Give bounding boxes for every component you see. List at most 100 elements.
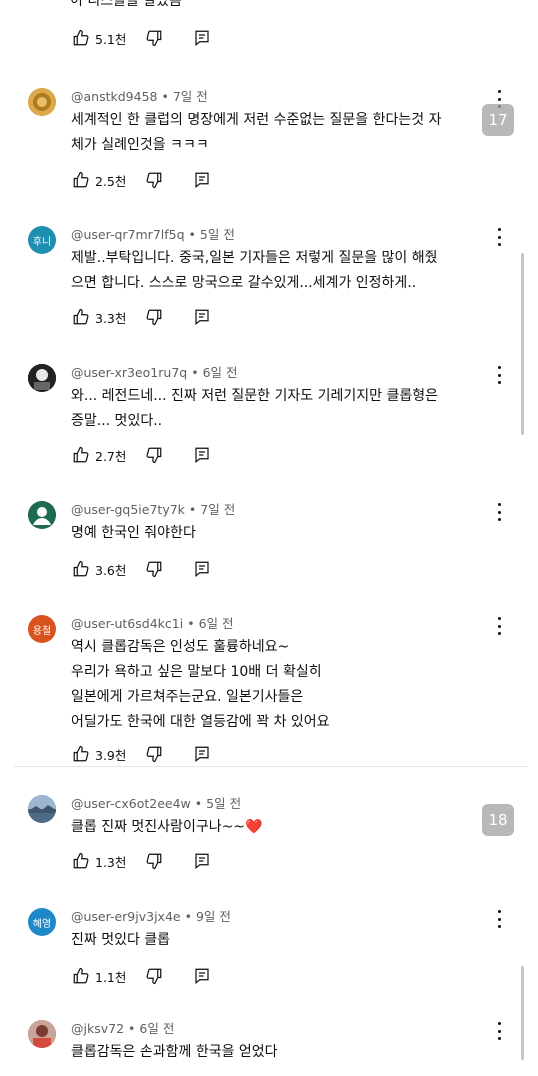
partial-comment-text: 이 리스들을 날았음	[70, 0, 182, 9]
comment-line: 클롭 진짜 멋진사람이구나~~❤️	[71, 819, 263, 835]
reply-icon[interactable]	[193, 446, 211, 464]
thumbs-down-icon[interactable]	[145, 745, 163, 763]
scrollbar[interactable]	[521, 253, 524, 435]
more-options-icon[interactable]	[492, 910, 506, 928]
thumbs-down-icon[interactable]	[145, 29, 163, 47]
avatar[interactable]	[28, 88, 56, 116]
page-badge: 17	[482, 104, 514, 136]
thumbs-up-icon	[73, 852, 89, 869]
avatar[interactable]: 후니	[28, 226, 56, 254]
like-count: 3.6천	[95, 562, 127, 578]
comment-actions: 1.1천	[72, 966, 211, 986]
comment-time: 6일 전	[139, 1021, 175, 1036]
more-options-icon[interactable]	[492, 1022, 506, 1040]
screenshot-divider	[14, 766, 528, 767]
separator-dot: •	[191, 365, 199, 380]
like-button[interactable]	[72, 446, 90, 464]
comment-actions: 3.9천	[72, 744, 211, 764]
comment-text: 클롭 진짜 멋진사람이구나~~❤️	[71, 815, 491, 840]
more-options-icon[interactable]	[492, 366, 506, 384]
comment-meta: @user-cx6ot2ee4w • 5일 전	[71, 793, 241, 812]
reply-icon[interactable]	[193, 29, 211, 47]
like-count: 1.1천	[95, 969, 127, 985]
comment-author[interactable]: @user-xr3eo1ru7q	[71, 365, 187, 380]
reply-icon[interactable]	[193, 745, 211, 763]
thumbs-down-icon[interactable]	[145, 852, 163, 870]
thumbs-up-icon	[73, 745, 89, 762]
thumbs-up-icon	[73, 560, 89, 577]
reply-icon[interactable]	[193, 852, 211, 870]
like-button[interactable]	[72, 29, 90, 47]
thumbs-up-icon	[73, 967, 89, 984]
thumbs-up-icon	[73, 171, 89, 188]
comment-line: 우리가 욕하고 싶은 말보다 10배 더 확실히	[71, 664, 322, 680]
comment-line: 클롭감독은 손과함께 한국을 얻었다	[71, 1044, 278, 1060]
comment-text: 세계적인 한 클럽의 명장에게 저런 수준없는 질문을 한다는것 자 체가 실례…	[71, 108, 491, 158]
comment-meta: @jksv72 • 6일 전	[71, 1018, 174, 1037]
thumbs-down-icon[interactable]	[145, 171, 163, 189]
scrollbar[interactable]	[521, 966, 524, 1060]
reply-icon[interactable]	[193, 967, 211, 985]
comment-line: 와... 레전드네... 진짜 저런 질문한 기자도 기레기지만 클롭형은	[71, 388, 438, 404]
comment-author[interactable]: @user-er9jv3jx4e	[71, 909, 181, 924]
reply-icon[interactable]	[193, 171, 211, 189]
like-button[interactable]	[72, 171, 90, 189]
avatar[interactable]: 용철	[28, 615, 56, 643]
avatar[interactable]	[28, 364, 56, 392]
comment-author[interactable]: @user-qr7mr7lf5q	[71, 227, 185, 242]
comment-line: 제발..부탁입니다. 중국,일본 기자들은 저렇게 질문을 많이 해줬	[71, 250, 438, 266]
landscape-photo-icon	[28, 795, 56, 823]
comment-line: 진짜 멋있다 클롭	[71, 932, 171, 948]
avatar[interactable]	[28, 795, 56, 823]
more-options-icon[interactable]	[492, 617, 506, 635]
separator-dot: •	[184, 909, 192, 924]
comment-line: 어딜가도 한국에 대한 열등감에 꽉 차 있어요	[71, 714, 330, 730]
comment-actions: 2.5천	[72, 170, 211, 190]
like-button[interactable]	[72, 308, 90, 326]
comment-author[interactable]: @jksv72	[71, 1021, 124, 1036]
comment-actions: 3.3천	[72, 307, 211, 327]
comment-time: 6일 전	[198, 616, 234, 631]
separator-dot: •	[188, 502, 197, 517]
reply-icon[interactable]	[193, 308, 211, 326]
thumbs-down-icon[interactable]	[145, 446, 163, 464]
comment-author[interactable]: @user-ut6sd4kc1i	[71, 616, 183, 631]
avatar[interactable]: 혜영	[28, 908, 56, 936]
comment-line: 체가 실례인것을 ㅋㅋㅋ	[71, 137, 209, 153]
comment-time: 9일 전	[195, 909, 231, 924]
thumbs-up-icon	[73, 29, 89, 46]
thumbs-down-icon[interactable]	[145, 967, 163, 985]
comment-author[interactable]: @user-gq5ie7ty7k	[71, 502, 185, 517]
separator-dot: •	[194, 796, 203, 811]
comment-actions: 1.3천	[72, 851, 211, 871]
comment-line: 일본에게 가르쳐주는군요. 일본기사들은	[71, 689, 304, 705]
thumbs-down-icon[interactable]	[145, 308, 163, 326]
thumbs-up-icon	[73, 446, 89, 463]
comment-time: 6일 전	[202, 365, 238, 380]
separator-dot: •	[187, 616, 195, 631]
like-count: 2.5천	[95, 173, 127, 189]
avatar[interactable]	[28, 501, 56, 529]
avatar[interactable]	[28, 1020, 56, 1048]
comment-text: 제발..부탁입니다. 중국,일본 기자들은 저렇게 질문을 많이 해줬 으면 합…	[71, 246, 491, 296]
more-options-icon[interactable]	[492, 228, 506, 246]
comment-actions: 3.6천	[72, 559, 211, 579]
more-options-icon[interactable]	[492, 503, 506, 521]
like-count: 5.1천	[95, 31, 127, 47]
reply-icon[interactable]	[193, 560, 211, 578]
like-button[interactable]	[72, 560, 90, 578]
comment-text: 역시 클롭감독은 인성도 훌륭하네요~ 우리가 욕하고 싶은 말보다 10배 더…	[71, 635, 491, 735]
comment-line: 세계적인 한 클럽의 명장에게 저런 수준없는 질문을 한다는것 자	[71, 112, 442, 128]
comment-line: 명예 한국인 줘야한다	[71, 525, 196, 541]
comment-author[interactable]: @anstkd9458	[71, 89, 157, 104]
comment-text: 명예 한국인 줘야한다	[71, 521, 491, 546]
like-button[interactable]	[72, 745, 90, 763]
comment-line: 증말... 멋있다..	[71, 413, 163, 429]
thumbs-down-icon[interactable]	[145, 560, 163, 578]
comment-time: 7일 전	[172, 89, 208, 104]
comment-author[interactable]: @user-cx6ot2ee4w	[71, 796, 191, 811]
comment-meta: @user-ut6sd4kc1i • 6일 전	[71, 613, 234, 632]
like-button[interactable]	[72, 852, 90, 870]
comment-meta: @user-er9jv3jx4e • 9일 전	[71, 906, 231, 925]
like-button[interactable]	[72, 967, 90, 985]
